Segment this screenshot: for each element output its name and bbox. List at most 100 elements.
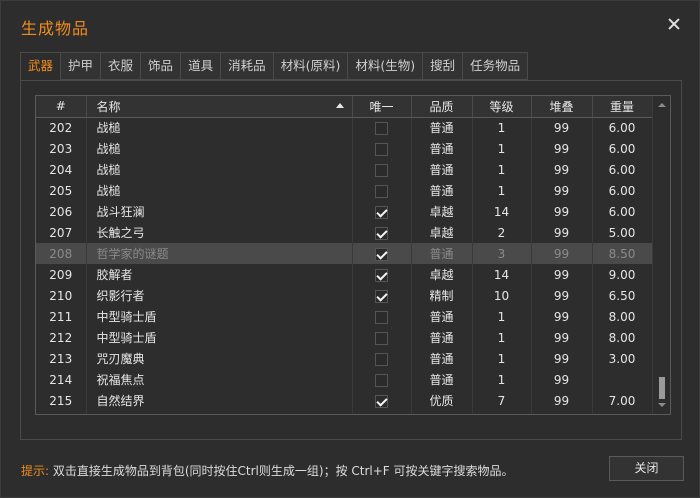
table-row[interactable]: 202 战槌 普通 1 99 6.00 (36, 117, 653, 138)
item-grid: # 名称 唯一 品质 等级 堆叠 重量 202 战槌 普通 1 99 6.00 203 战槌普… (35, 95, 671, 415)
unique-checkbox[interactable] (375, 373, 388, 387)
cell-stack: 99 (531, 369, 593, 390)
tab-7[interactable]: 材料(生物) (347, 52, 423, 80)
table-row[interactable]: 203 战槌 普通 1 99 6.00 (36, 138, 653, 159)
cell-name: 战槌 (86, 117, 353, 138)
cell-name: 祝福焦点 (86, 369, 353, 390)
cell-num: 211 (36, 306, 87, 327)
unique-checkbox[interactable] (375, 142, 388, 156)
cell-num: 206 (36, 201, 87, 222)
table-row[interactable]: 210 织影行者 精制 10 99 6.50 (36, 285, 653, 306)
cell-num: 216 (36, 411, 87, 414)
cell-level: 7 (472, 390, 532, 411)
table-row[interactable]: 209 胶解者 卓越 14 99 9.00 (36, 264, 653, 285)
tab-panel: # 名称 唯一 品质 等级 堆叠 重量 202 战槌 普通 1 99 6.00 203 战槌普… (20, 80, 682, 440)
cell-unique (352, 390, 412, 411)
cell-unique (352, 369, 412, 390)
cell-stack: 99 (531, 201, 593, 222)
tab-1[interactable]: 护甲 (60, 52, 101, 80)
cell-stack: 99 (531, 264, 593, 285)
cell-num: 208 (36, 243, 87, 264)
cell-level: 1 (472, 117, 532, 138)
close-icon[interactable] (667, 17, 681, 31)
cell-level: 14 (472, 264, 532, 285)
table-row[interactable]: 204 战槌 普通 1 99 6.00 (36, 159, 653, 180)
unique-checkbox[interactable] (375, 121, 388, 135)
cell-stack: 99 (531, 411, 593, 414)
tab-8[interactable]: 搜刮 (422, 52, 463, 80)
unique-checkbox[interactable] (375, 310, 388, 324)
vertical-scrollbar[interactable] (652, 96, 670, 414)
unique-checkbox[interactable] (375, 163, 388, 177)
cell-num: 204 (36, 159, 87, 180)
cell-quality: 优质 (411, 411, 473, 414)
cell-weight: 3.00 (592, 348, 653, 369)
cell-quality: 普通 (411, 243, 473, 264)
table-row[interactable]: 216最后佼俩 优质6997.50 (36, 411, 653, 414)
cell-quality: 普通 (411, 180, 473, 201)
cell-level: 1 (472, 348, 532, 369)
cell-level: 1 (472, 138, 532, 159)
tab-5[interactable]: 消耗品 (220, 52, 273, 80)
cell-quality: 卓越 (411, 201, 473, 222)
scroll-down-icon[interactable] (658, 403, 666, 407)
unique-checkbox[interactable] (375, 205, 388, 219)
hint-label: 提示: (21, 464, 50, 478)
cell-unique (352, 327, 412, 348)
table-row[interactable]: 205 战槌 普通 1 99 6.00 (36, 180, 653, 201)
scroll-up-icon[interactable] (658, 103, 666, 107)
column-header-stack[interactable]: 堆叠 (531, 96, 593, 118)
unique-checkbox[interactable] (375, 331, 388, 345)
tab-0[interactable]: 武器 (20, 52, 61, 81)
dialog-window: 生成物品 武器 护甲 衣服 饰品 道具 消耗品 材料(原料) 材料(生物) 搜刮 任务物品 # 名… (0, 0, 700, 498)
cell-level: 1 (472, 180, 532, 201)
tab-6[interactable]: 材料(原料) (272, 52, 348, 80)
unique-checkbox[interactable] (375, 394, 388, 408)
table-row[interactable]: 208 哲学家的谜题 普通 3 99 8.50 (36, 243, 653, 264)
table-row[interactable]: 212 中型骑士盾 普通 1 99 8.00 (36, 327, 653, 348)
unique-checkbox[interactable] (375, 226, 388, 240)
table-row[interactable]: 213 咒刃魔典 普通 1 99 3.00 (36, 348, 653, 369)
cell-name: 中型骑士盾 (86, 327, 353, 348)
table-row[interactable]: 206 战斗狂澜 卓越 14 99 6.00 (36, 201, 653, 222)
table-row[interactable]: 211 中型骑士盾 普通 1 99 8.00 (36, 306, 653, 327)
unique-checkbox[interactable] (375, 247, 388, 261)
cell-unique (352, 348, 412, 369)
table-row[interactable]: 214 祝福焦点 普通 1 99 (36, 369, 653, 390)
cell-num: 203 (36, 138, 87, 159)
cell-quality: 普通 (411, 306, 473, 327)
cell-quality: 普通 (411, 348, 473, 369)
tab-9[interactable]: 任务物品 (462, 52, 529, 80)
scrollbar-thumb[interactable] (659, 377, 665, 399)
cell-weight: 8.50 (592, 243, 653, 264)
column-header-num[interactable]: # (36, 96, 87, 118)
tab-4[interactable]: 道具 (180, 52, 221, 80)
close-button[interactable]: 关闭 (609, 456, 684, 481)
unique-checkbox[interactable] (375, 289, 388, 303)
cell-weight: 7.00 (592, 390, 653, 411)
column-header-name[interactable]: 名称 (86, 96, 353, 118)
dialog-title: 生成物品 (21, 19, 90, 38)
cell-unique (352, 180, 412, 201)
unique-checkbox[interactable] (375, 352, 388, 366)
tab-2[interactable]: 衣服 (100, 52, 141, 80)
tab-3[interactable]: 饰品 (140, 52, 181, 80)
table-row[interactable]: 207 长触之弓 卓越 2 99 5.00 (36, 222, 653, 243)
cell-name: 自然结界 (86, 390, 353, 411)
column-header-level[interactable]: 等级 (472, 96, 532, 118)
column-header-unique[interactable]: 唯一 (352, 96, 412, 118)
cell-weight: 9.00 (592, 264, 653, 285)
table-header-row: # 名称 唯一 品质 等级 堆叠 重量 (36, 96, 653, 118)
cell-name: 咒刃魔典 (86, 348, 353, 369)
unique-checkbox[interactable] (375, 184, 388, 198)
unique-checkbox[interactable] (375, 268, 388, 282)
cell-level: 6 (472, 411, 532, 414)
cell-weight: 6.00 (592, 138, 653, 159)
table-row[interactable]: 215 自然结界 优质 7 99 7.00 (36, 390, 653, 411)
cell-stack: 99 (531, 243, 593, 264)
column-header-weight[interactable]: 重量 (592, 96, 653, 118)
cell-level: 2 (472, 222, 532, 243)
column-header-quality[interactable]: 品质 (411, 96, 473, 118)
cell-unique (352, 222, 412, 243)
item-table: # 名称 唯一 品质 等级 堆叠 重量 202 战槌 普通 1 99 6.00 203 战槌普… (36, 96, 653, 414)
